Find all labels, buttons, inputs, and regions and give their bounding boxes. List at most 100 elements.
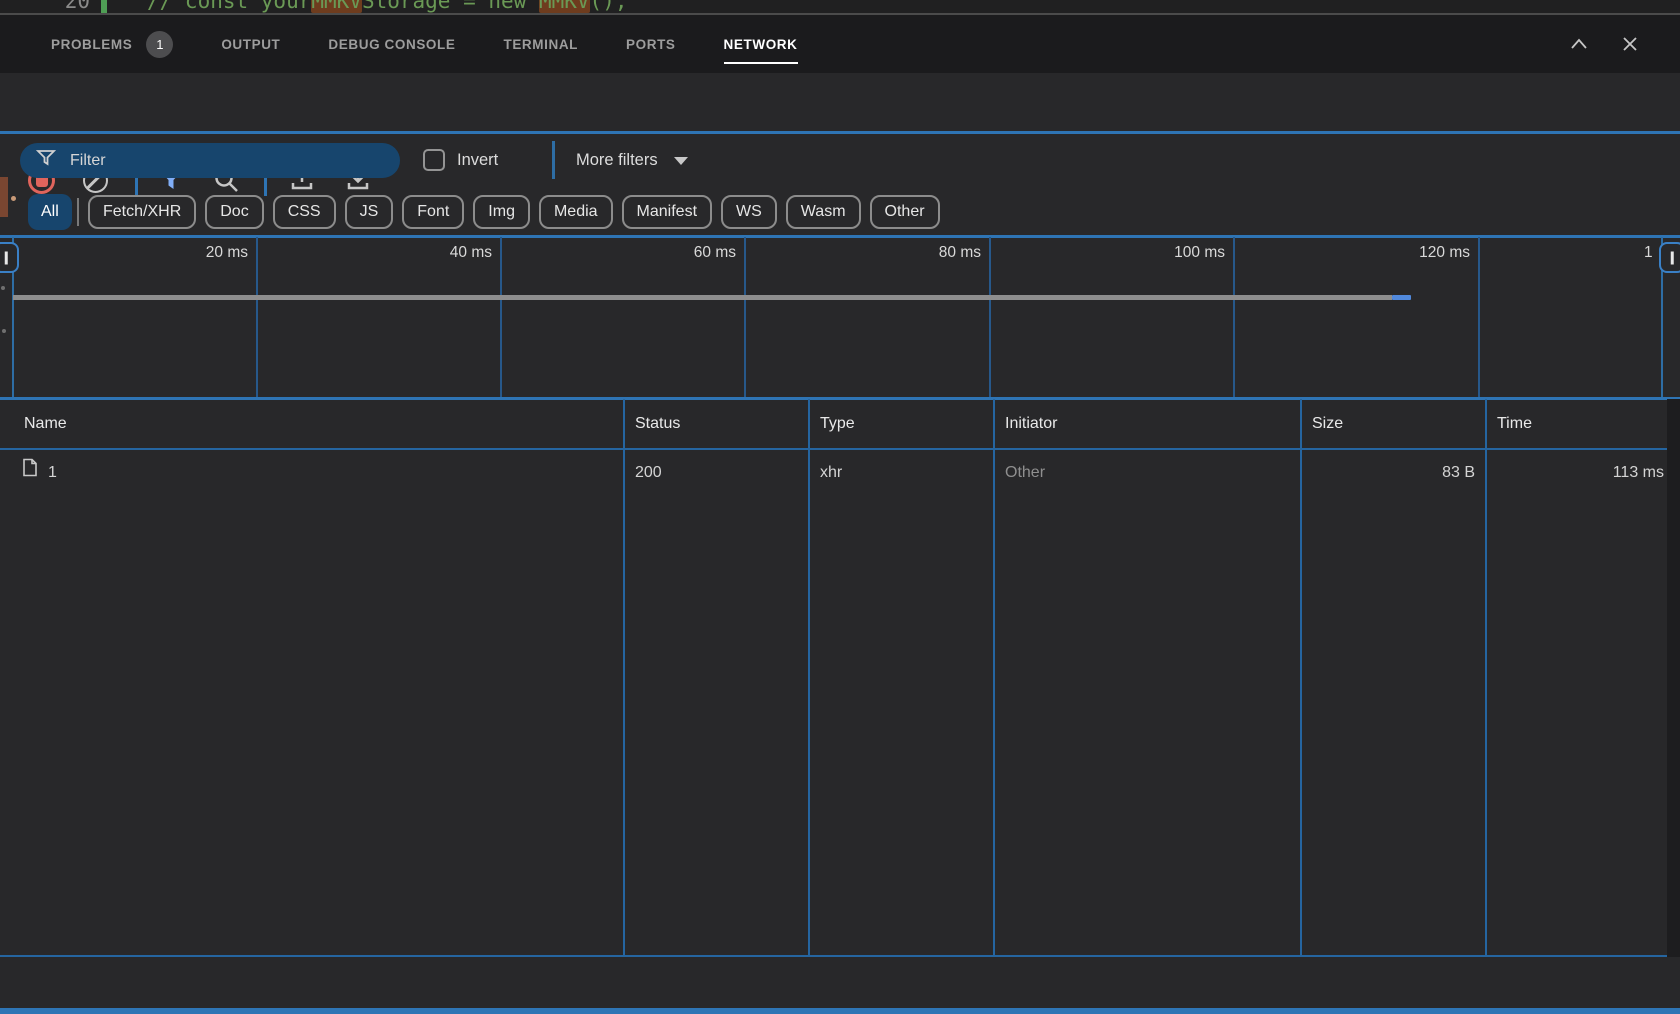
type-filter-fetch-xhr[interactable]: Fetch/XHR	[88, 195, 196, 229]
filter-placeholder: Filter	[70, 152, 106, 170]
type-filter-doc[interactable]: Doc	[205, 195, 263, 229]
type-filter-all[interactable]: All	[28, 194, 72, 230]
overview-tick-label: 20 ms	[138, 241, 248, 265]
toolbar-divider-line	[0, 131, 1680, 134]
panel-tab-bar: PROBLEMS 1 OUTPUT DEBUG CONSOLE TERMINAL…	[0, 15, 1680, 73]
overview-load-bar	[13, 295, 1392, 300]
filter-row-separator	[552, 141, 555, 179]
network-status-bar: 1 requests 83 B transferred 0 B resource…	[0, 957, 1680, 1008]
request-row-initiator: Other	[1005, 450, 1045, 496]
chip-label: JS	[360, 203, 379, 221]
document-icon	[22, 450, 38, 496]
left-edge-artifact	[0, 177, 8, 217]
overview-gridline	[744, 237, 746, 397]
request-row-time: 113 ms	[1485, 450, 1664, 496]
chip-label: Img	[488, 203, 515, 221]
chip-label: Font	[417, 203, 449, 221]
column-header-time[interactable]: Time	[1497, 399, 1532, 449]
panel-bottom-edge	[0, 1008, 1680, 1014]
overview-window-handle-left[interactable]	[0, 242, 19, 273]
overview-gridline	[500, 237, 502, 397]
overview-window-handle-right[interactable]	[1659, 242, 1680, 273]
overview-gridline	[989, 237, 991, 397]
type-filter-manifest[interactable]: Manifest	[622, 195, 712, 229]
vscode-bottom-panel: 20 // const yourMMKVStorage = new MMKV()…	[0, 0, 1680, 1014]
overview-tick-label-partial: 1	[1644, 241, 1656, 265]
column-header-initiator[interactable]: Initiator	[1005, 399, 1057, 449]
gutter-modified-indicator	[101, 0, 107, 13]
chip-label: Fetch/XHR	[103, 203, 181, 221]
type-filter-js[interactable]: JS	[345, 195, 394, 229]
overview-gridline	[1478, 237, 1480, 397]
type-filter-wasm[interactable]: Wasm	[786, 195, 861, 229]
overview-top-border	[0, 235, 1680, 238]
chip-label: Wasm	[801, 203, 846, 221]
column-header-size[interactable]: Size	[1312, 399, 1343, 449]
type-filter-chips: Fetch/XHR Doc CSS JS Font Img Media Mani…	[88, 195, 940, 229]
type-filter-css[interactable]: CSS	[273, 195, 336, 229]
funnel-outline-icon	[36, 149, 56, 172]
column-header-status[interactable]: Status	[635, 399, 680, 449]
type-filter-media[interactable]: Media	[539, 195, 613, 229]
chip-label: WS	[736, 203, 762, 221]
chip-separator	[77, 198, 79, 226]
tab-label: PORTS	[626, 37, 676, 52]
more-filters-label: More filters	[576, 151, 658, 170]
tab-output[interactable]: OUTPUT	[221, 15, 280, 73]
invert-label[interactable]: Invert	[457, 143, 498, 178]
tab-label: PROBLEMS	[51, 37, 132, 52]
left-edge-artifact-dot	[2, 329, 6, 333]
column-divider	[993, 399, 995, 957]
column-header-name[interactable]: Name	[24, 399, 67, 449]
editor-line-number: 20	[48, 0, 90, 13]
tab-label: OUTPUT	[221, 37, 280, 52]
request-row-name[interactable]: 1	[22, 450, 57, 496]
column-divider	[808, 399, 810, 957]
type-filter-img[interactable]: Img	[473, 195, 530, 229]
code-segment: // const your	[147, 0, 311, 13]
tab-network[interactable]: NETWORK	[724, 15, 798, 73]
tab-debug-console[interactable]: DEBUG CONSOLE	[328, 15, 455, 73]
overview-load-bar-tip	[1392, 295, 1411, 300]
overview-tick-label: 40 ms	[382, 241, 492, 265]
chip-label: Doc	[220, 203, 248, 221]
tab-ports[interactable]: PORTS	[626, 15, 676, 73]
type-filter-font[interactable]: Font	[402, 195, 464, 229]
scrollbar-gutter	[1667, 399, 1680, 1008]
overview-tick-label: 80 ms	[871, 241, 981, 265]
request-name: 1	[48, 450, 57, 496]
left-edge-artifact-dot	[1, 286, 5, 290]
code-segment: Storage = new	[362, 0, 539, 13]
request-row-type: xhr	[820, 450, 842, 496]
chip-label: Media	[554, 203, 598, 221]
chip-label: Other	[885, 203, 925, 221]
request-row-size: 83 B	[1300, 450, 1475, 496]
type-filter-ws[interactable]: WS	[721, 195, 777, 229]
tab-terminal[interactable]: TERMINAL	[503, 15, 578, 73]
left-edge-artifact-dot	[11, 196, 16, 201]
filter-input[interactable]: Filter	[20, 143, 400, 178]
overview-tick-label: 120 ms	[1360, 241, 1470, 265]
request-row-status: 200	[635, 450, 662, 496]
tab-problems[interactable]: PROBLEMS 1	[51, 15, 173, 73]
overview-gridline	[256, 237, 258, 397]
overview-tick-label: 60 ms	[626, 241, 736, 265]
code-segment: ();	[590, 0, 628, 13]
panel-maximize-chevron-up-icon[interactable]	[1568, 35, 1590, 53]
editor-code-line: // const yourMMKVStorage = new MMKV();	[147, 0, 627, 13]
panel-close-icon[interactable]	[1620, 34, 1640, 54]
tab-label: DEBUG CONSOLE	[328, 37, 455, 52]
more-filters-dropdown[interactable]: More filters	[576, 143, 688, 178]
column-header-type[interactable]: Type	[820, 399, 855, 449]
chip-label: CSS	[288, 203, 321, 221]
chip-label: All	[41, 203, 59, 221]
type-filter-other[interactable]: Other	[870, 195, 940, 229]
tab-label: NETWORK	[724, 37, 798, 52]
invert-checkbox[interactable]	[423, 149, 445, 171]
code-highlight: MMKV	[311, 0, 362, 13]
problems-count-badge: 1	[146, 31, 173, 58]
column-divider	[623, 399, 625, 957]
overview-tick-label: 100 ms	[1115, 241, 1225, 265]
network-toolbar	[0, 73, 1680, 131]
chevron-down-icon	[674, 157, 688, 165]
